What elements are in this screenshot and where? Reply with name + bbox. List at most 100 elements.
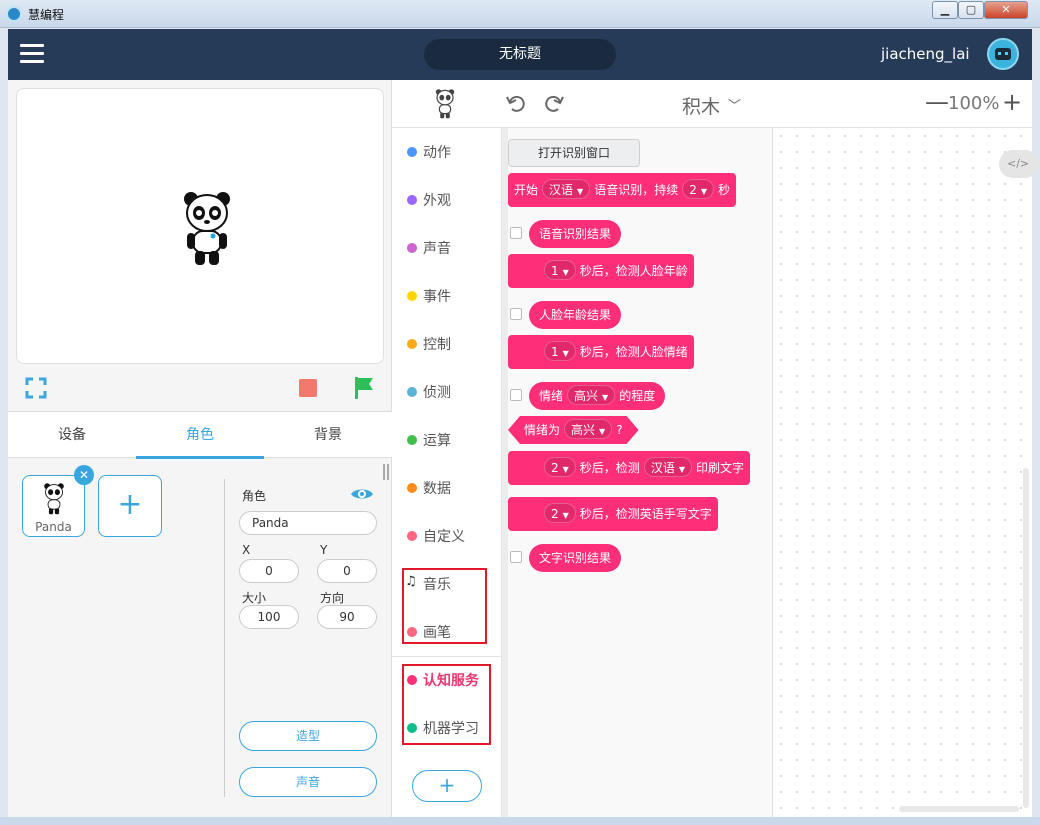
x-label: X — [242, 543, 251, 557]
resize-handle[interactable] — [383, 464, 389, 480]
tab-devices[interactable]: 设备 — [8, 412, 136, 458]
stop-button[interactable] — [299, 379, 317, 397]
emotion-dropdown[interactable]: 高兴 ▼ — [564, 419, 612, 439]
sprite-name: Panda — [35, 520, 72, 534]
dropdown-value: 汉语 — [650, 461, 675, 475]
sprite-name-input[interactable]: Panda — [239, 511, 377, 535]
block-detect-face-emotion[interactable]: 1 ▼ 秒后，检测人脸情绪 — [508, 335, 694, 369]
category-looks[interactable]: 外观 — [392, 176, 502, 224]
category-dot — [407, 147, 417, 157]
window-frame-bottom — [0, 817, 1040, 825]
block-emotion-degree[interactable]: 情绪 高兴 ▼ 的程度 — [529, 382, 666, 410]
dropdown-value: 1 — [551, 345, 559, 359]
block-detect-face-age[interactable]: 1 ▼ 秒后，检测人脸年龄 — [508, 254, 694, 288]
direction-input[interactable]: 90 — [317, 605, 377, 629]
panda-target-icon[interactable] — [432, 88, 458, 120]
size-input[interactable]: 100 — [239, 605, 299, 629]
block-text-result[interactable]: 文字识别结果 — [529, 544, 622, 572]
monitor-checkbox[interactable] — [510, 308, 522, 320]
mode-select[interactable]: 积木 ﹀ — [682, 92, 741, 119]
block-speech-result[interactable]: 语音识别结果 — [529, 220, 622, 248]
block-detect-printed-text[interactable]: 2 ▼ 秒后，检测 汉语 ▼ 印刷文字 — [508, 451, 750, 485]
tab-sprites[interactable]: 角色 — [136, 412, 264, 459]
category-dot — [407, 339, 417, 349]
category-sound[interactable]: 声音 — [392, 224, 502, 272]
category-label: 事件 — [423, 289, 451, 305]
category-operators[interactable]: 运算 — [392, 416, 502, 464]
seconds-dropdown[interactable]: 2 ▼ — [544, 503, 576, 523]
dropdown-caret-icon: ▼ — [599, 427, 606, 436]
tab-backgrounds[interactable]: 背景 — [264, 412, 392, 458]
title-bar: 慧编程 ▁ ▢ ✕ — [0, 0, 1040, 28]
seconds-dropdown[interactable]: 2 ▼ — [682, 179, 714, 199]
project-title[interactable]: 无标题 — [424, 39, 616, 70]
category-label: 运算 — [423, 433, 451, 449]
block-text: 秒后，检测人脸年龄 — [579, 264, 688, 278]
category-label: 自定义 — [423, 529, 465, 545]
emotion-dropdown[interactable]: 高兴 ▼ — [567, 385, 616, 405]
category-dot — [407, 195, 417, 205]
delete-sprite-button[interactable]: ✕ — [74, 465, 94, 485]
green-flag-icon[interactable] — [353, 376, 375, 400]
minimize-button[interactable]: ▁ — [932, 1, 958, 19]
app-window: 慧编程 ▁ ▢ ✕ 无标题 jiacheng_lai 设备 角色 背景 Pand… — [0, 0, 1040, 825]
monitor-checkbox[interactable] — [510, 551, 522, 563]
category-label: 数据 — [423, 481, 451, 497]
category-motion[interactable]: 动作 — [392, 128, 502, 176]
panda-sprite[interactable] — [183, 189, 231, 269]
add-extension-button[interactable]: + — [412, 770, 482, 802]
category-sensing[interactable]: 侦测 — [392, 368, 502, 416]
zoom-in-button[interactable]: + — [1002, 88, 1022, 116]
add-sprite-button[interactable]: + — [98, 475, 162, 537]
category-data[interactable]: 数据 — [392, 464, 502, 512]
undo-icon[interactable] — [505, 93, 527, 115]
category-events[interactable]: 事件 — [392, 272, 502, 320]
block-emotion-is[interactable]: 情绪为 高兴 ▼? — [508, 416, 639, 444]
block-detect-handwritten-text[interactable]: 2 ▼ 秒后，检测英语手写文字 — [508, 497, 718, 531]
sprite-card-panda[interactable]: Panda — [22, 475, 85, 537]
code-workspace[interactable]: </> — [773, 128, 1039, 817]
window-title: 慧编程 — [28, 8, 65, 22]
category-dot — [407, 435, 417, 445]
category-dot — [407, 531, 417, 541]
vertical-scrollbar[interactable] — [1023, 468, 1029, 808]
category-dot — [407, 243, 417, 253]
maximize-button[interactable]: ▢ — [958, 1, 984, 19]
dropdown-value: 2 — [551, 507, 559, 521]
block-face-age-result[interactable]: 人脸年龄结果 — [529, 301, 622, 329]
monitor-checkbox[interactable] — [510, 227, 522, 239]
size-label: 大小 — [242, 591, 267, 605]
monitor-checkbox[interactable] — [510, 389, 522, 401]
username[interactable]: jiacheng_lai — [881, 45, 970, 63]
open-recognition-window-button[interactable]: 打开识别窗口 — [508, 139, 640, 167]
dropdown-value: 汉语 — [549, 183, 574, 197]
code-view-toggle[interactable]: </> — [999, 150, 1039, 178]
sprite-list: Panda ✕ + 角色 Panda X Y 0 0 大小 方向 100 90 … — [8, 459, 392, 817]
panel-tabs: 设备 角色 背景 — [8, 411, 392, 459]
dropdown-value: 高兴 — [574, 389, 599, 403]
eye-icon[interactable] — [350, 487, 374, 501]
seconds-dropdown[interactable]: 2 ▼ — [544, 457, 576, 477]
fullscreen-icon[interactable] — [25, 377, 47, 399]
category-custom[interactable]: 自定义 — [392, 512, 502, 560]
seconds-dropdown[interactable]: 1 ▼ — [544, 260, 576, 280]
y-input[interactable]: 0 — [317, 559, 377, 583]
block-start-speech-recognition[interactable]: 开始 汉语 ▼ 语音识别，持续 2 ▼ 秒 — [508, 173, 737, 207]
chevron-down-icon: ﹀ — [728, 99, 742, 114]
menu-icon[interactable] — [20, 44, 44, 64]
horizontal-scrollbar[interactable] — [899, 806, 1019, 812]
y-label: Y — [320, 543, 328, 557]
redo-icon[interactable] — [543, 93, 565, 115]
x-input[interactable]: 0 — [239, 559, 299, 583]
zoom-out-button[interactable]: — — [925, 88, 949, 116]
language-dropdown[interactable]: 汉语 ▼ — [542, 179, 591, 199]
category-label: 控制 — [423, 337, 451, 353]
seconds-dropdown[interactable]: 1 ▼ — [544, 341, 576, 361]
sound-button[interactable]: 声音 — [239, 767, 377, 797]
language-dropdown[interactable]: 汉语 ▼ — [643, 457, 692, 477]
close-button[interactable]: ✕ — [984, 1, 1028, 19]
avatar[interactable] — [987, 38, 1019, 70]
costume-button[interactable]: 造型 — [239, 721, 377, 751]
stage-canvas[interactable] — [16, 88, 384, 364]
category-control[interactable]: 控制 — [392, 320, 502, 368]
